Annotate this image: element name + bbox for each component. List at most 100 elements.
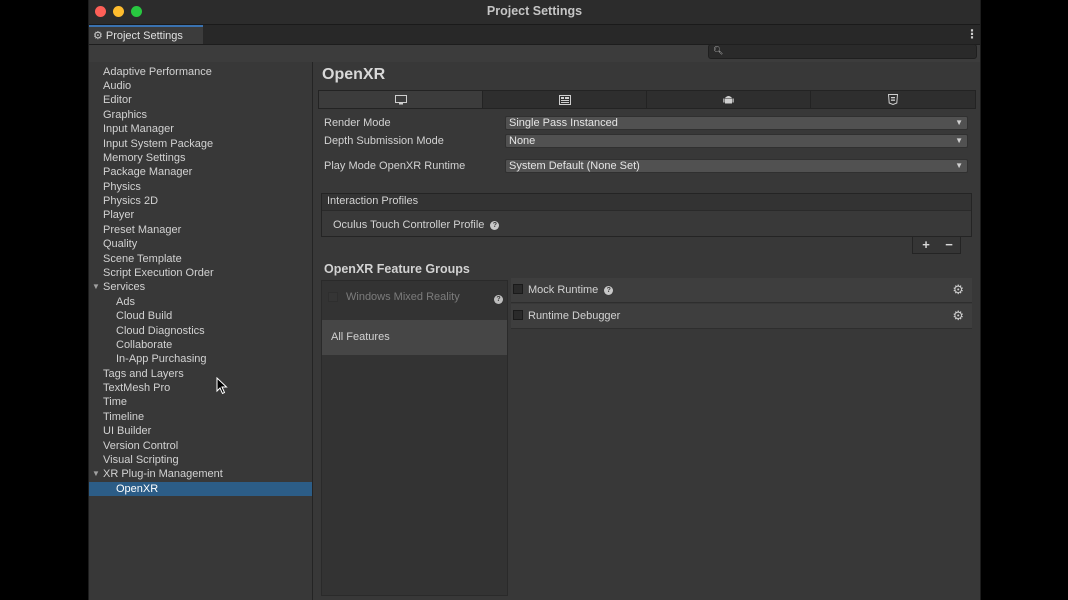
sidebar-item-label: Quality	[103, 238, 138, 250]
settings-sidebar: Adaptive Performance Audio Editor Graphi…	[89, 62, 313, 600]
search-input[interactable]: 🔍︎	[708, 44, 977, 59]
help-icon[interactable]: ?	[494, 295, 503, 304]
help-icon[interactable]: ?	[490, 220, 500, 230]
sidebar-item-label: Collaborate	[116, 339, 173, 351]
sidebar-item-preset-manager[interactable]: Preset Manager	[89, 223, 312, 237]
sidebar-item-timeline[interactable]: Timeline	[89, 410, 312, 424]
interaction-profile-item[interactable]: Oculus Touch Controller Profile?	[333, 219, 500, 231]
feature-row-mock-runtime[interactable]: Mock Runtime? ⚙	[511, 278, 972, 303]
sidebar-item-label: Cloud Build	[116, 310, 173, 322]
feature-checkbox[interactable]	[513, 284, 523, 294]
sidebar-item-player[interactable]: Player	[89, 208, 312, 222]
feature-label-text: Mock Runtime	[528, 284, 599, 296]
sidebar-item-ads[interactable]: Ads	[89, 295, 312, 309]
feature-group-label: Windows Mixed Reality	[346, 291, 460, 303]
add-profile-button[interactable]: +	[914, 237, 938, 253]
mouse-cursor-icon	[216, 377, 228, 395]
sidebar-item-version-control[interactable]: Version Control	[89, 439, 312, 453]
sidebar-item-label: Visual Scripting	[103, 454, 179, 466]
sidebar-item-label: Physics	[103, 181, 141, 193]
window-title: Project Settings	[486, 4, 583, 18]
feature-checkbox[interactable]	[513, 310, 523, 320]
tab-webgl[interactable]	[811, 91, 975, 108]
sidebar-item-label: Audio	[103, 80, 132, 92]
sidebar-item-label: Scene Template	[103, 253, 182, 265]
sidebar-item-visual-scripting[interactable]: Visual Scripting	[89, 453, 312, 467]
sidebar-item-label: TextMesh Pro	[103, 382, 171, 394]
play-mode-runtime-dropdown[interactable]: System Default (None Set) ▼	[505, 159, 968, 173]
sidebar-item-ui-builder[interactable]: UI Builder	[89, 424, 312, 438]
sidebar-item-script-execution-order[interactable]: Script Execution Order	[89, 266, 312, 280]
tab-label: Project Settings	[105, 29, 183, 42]
more-options-icon[interactable]: ⋮	[966, 27, 978, 41]
sidebar-item-xr-plugin-management[interactable]: ▼ XR Plug-in Management	[89, 467, 312, 481]
sidebar-item-audio[interactable]: Audio	[89, 79, 312, 93]
feature-group-label: All Features	[331, 331, 390, 343]
tab-desktop[interactable]	[319, 91, 483, 108]
sidebar-item-label: Physics 2D	[103, 195, 159, 207]
features-list: Mock Runtime? ⚙ Runtime Debugger ⚙	[511, 278, 972, 596]
desktop-icon	[394, 94, 407, 104]
sidebar-item-physics-2d[interactable]: Physics 2D	[89, 194, 312, 208]
sidebar-item-label: Editor	[103, 94, 132, 106]
sidebar-item-scene-template[interactable]: Scene Template	[89, 252, 312, 266]
sidebar-item-label: OpenXR	[116, 483, 159, 495]
sidebar-item-graphics[interactable]: Graphics	[89, 108, 312, 122]
play-mode-runtime-label: Play Mode OpenXR Runtime	[324, 160, 466, 172]
sidebar-item-adaptive-performance[interactable]: Adaptive Performance	[89, 65, 312, 79]
title-bar: Project Settings	[89, 0, 980, 25]
gear-icon[interactable]: ⚙	[952, 308, 964, 324]
sidebar-item-label: Services	[103, 281, 146, 293]
depth-submission-value: None	[509, 135, 536, 147]
feature-group-checkbox[interactable]	[328, 292, 338, 302]
sidebar-item-services[interactable]: ▼ Services	[89, 280, 312, 294]
sidebar-item-quality[interactable]: Quality	[89, 237, 312, 251]
tab-android[interactable]	[647, 91, 811, 108]
sidebar-item-openxr[interactable]: OpenXR	[89, 482, 312, 496]
sidebar-item-label: In-App Purchasing	[116, 353, 207, 365]
sidebar-item-label: Script Execution Order	[103, 267, 214, 279]
feature-group-windows-mixed-reality[interactable]: Windows Mixed Reality	[328, 291, 460, 303]
sidebar-item-package-manager[interactable]: Package Manager	[89, 165, 312, 179]
sidebar-item-label: Player	[103, 209, 135, 221]
play-mode-runtime-value: System Default (None Set)	[509, 160, 640, 172]
universal-windows-icon	[558, 94, 571, 105]
sidebar-item-in-app-purchasing[interactable]: In-App Purchasing	[89, 352, 312, 366]
sidebar-item-label: Input Manager	[103, 123, 174, 135]
profile-add-remove-bar: + −	[912, 237, 961, 254]
sidebar-item-label: XR Plug-in Management	[103, 468, 223, 480]
remove-profile-button[interactable]: −	[937, 237, 961, 253]
tab-strip: ⚙ Project Settings	[89, 25, 980, 45]
sidebar-item-input-system-package[interactable]: Input System Package	[89, 137, 312, 151]
help-icon[interactable]: ?	[604, 285, 614, 295]
feature-row-runtime-debugger[interactable]: Runtime Debugger ⚙	[511, 304, 972, 329]
depth-submission-dropdown[interactable]: None ▼	[505, 134, 968, 148]
sidebar-item-editor[interactable]: Editor	[89, 93, 312, 107]
sidebar-item-memory-settings[interactable]: Memory Settings	[89, 151, 312, 165]
render-mode-dropdown[interactable]: Single Pass Instanced ▼	[505, 116, 968, 130]
dropdown-arrow-icon: ▼	[955, 161, 963, 170]
sidebar-item-collaborate[interactable]: Collaborate	[89, 338, 312, 352]
expand-arrow-icon[interactable]: ▼	[92, 280, 100, 294]
sidebar-item-cloud-diagnostics[interactable]: Cloud Diagnostics	[89, 324, 312, 338]
dropdown-arrow-icon: ▼	[955, 118, 963, 127]
sidebar-item-tags-and-layers[interactable]: Tags and Layers	[89, 367, 312, 381]
sidebar-item-label: Graphics	[103, 109, 148, 121]
sidebar-item-textmesh-pro[interactable]: TextMesh Pro	[89, 381, 312, 395]
feature-group-all-features[interactable]: All Features	[322, 320, 507, 355]
page-title: OpenXR	[322, 66, 386, 83]
sidebar-item-cloud-build[interactable]: Cloud Build	[89, 309, 312, 323]
tab-universal-windows[interactable]	[483, 91, 647, 108]
project-settings-window: Project Settings ⚙ Project Settings ⋮ 🔍︎…	[88, 0, 981, 600]
gear-icon[interactable]: ⚙	[952, 282, 964, 298]
sidebar-item-label: Adaptive Performance	[103, 66, 212, 78]
interaction-profiles-title: Interaction Profiles	[327, 195, 419, 207]
tab-project-settings[interactable]: ⚙ Project Settings	[89, 25, 203, 44]
sidebar-item-input-manager[interactable]: Input Manager	[89, 122, 312, 136]
sidebar-item-physics[interactable]: Physics	[89, 180, 312, 194]
expand-arrow-icon[interactable]: ▼	[92, 467, 100, 481]
feature-groups-title: OpenXR Feature Groups	[324, 262, 470, 276]
sidebar-item-label: Input System Package	[103, 138, 214, 150]
sidebar-item-time[interactable]: Time	[89, 395, 312, 409]
sidebar-item-label: Package Manager	[103, 166, 193, 178]
